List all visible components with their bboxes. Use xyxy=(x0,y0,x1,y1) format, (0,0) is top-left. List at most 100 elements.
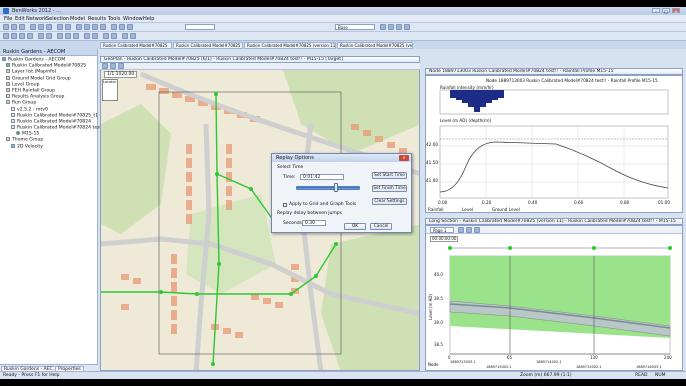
tree-item[interactable]: 2D Velocity xyxy=(2,143,97,150)
apply-checkbox-label: Apply to Grid and Graph Tools xyxy=(289,202,357,207)
menu-file[interactable]: File xyxy=(4,16,12,22)
menu-window[interactable]: Window xyxy=(123,16,143,22)
graph-y-tick: 41.00 xyxy=(426,178,438,183)
profile-icon[interactable] xyxy=(127,24,133,30)
table-icon[interactable] xyxy=(119,24,125,30)
map-locator[interactable]: Locator xyxy=(102,79,118,101)
long-section-window: Page 1 00:00:00:00 Level (m AD) 40.0 39.… xyxy=(425,225,683,371)
dialog-close-button[interactable]: ✕ xyxy=(399,155,409,161)
menu-tools[interactable]: Tools xyxy=(108,16,120,22)
copy-icon[interactable] xyxy=(38,24,44,30)
status-text: Ready - Press F1 for Help xyxy=(3,373,60,378)
pan-icon[interactable] xyxy=(100,24,106,30)
subcatchment-icon[interactable] xyxy=(19,33,25,39)
tab-long-section[interactable]: Ruskin Calibrated Model#70825 (version 1… xyxy=(337,42,413,49)
menu-selection[interactable]: Selection xyxy=(46,16,69,22)
legend-level: Level xyxy=(462,207,474,212)
open-icon[interactable] xyxy=(11,24,17,30)
play-icon[interactable] xyxy=(57,33,63,39)
link-icon[interactable] xyxy=(11,33,17,39)
step-forward-icon[interactable] xyxy=(92,33,98,39)
polygon-icon[interactable] xyxy=(27,33,33,39)
map-zoom-icon[interactable] xyxy=(110,63,116,69)
folder-icon xyxy=(6,87,10,92)
time-input[interactable]: 0:01:42 xyxy=(300,174,344,180)
map-select-icon[interactable] xyxy=(102,63,108,69)
properties-icon[interactable] xyxy=(122,33,128,39)
replay-delay-label: Replay delay between jumps xyxy=(277,211,342,216)
section-x-label: 130 xyxy=(590,355,598,360)
zoom-in-icon[interactable] xyxy=(84,24,90,30)
redo-icon[interactable] xyxy=(65,24,71,30)
time-slider-track[interactable] xyxy=(296,186,360,190)
tab-total-storage[interactable]: Ruskin Calibrated Model#70825 (version 1… xyxy=(244,42,336,49)
tree-item-label: Layer list (Mapinfo) xyxy=(12,69,57,75)
tree-item-label: Ruskin Calibrated Model#70824 xyxy=(17,119,92,125)
new-icon[interactable] xyxy=(3,24,9,30)
clear-settings-button[interactable]: Clear Settings xyxy=(372,198,407,205)
legend-rainfall: Rainfall xyxy=(428,207,444,212)
run-icon xyxy=(11,112,15,117)
minimize-button[interactable]: – xyxy=(652,8,660,14)
apply-checkbox[interactable] xyxy=(283,203,287,207)
section-y-tick: 38.5 xyxy=(434,342,443,347)
seconds-label: Seconds: xyxy=(283,221,304,226)
maximize-button[interactable]: □ xyxy=(662,8,670,14)
tree-item-label: M15-15 xyxy=(22,131,40,137)
cancel-button[interactable]: Cancel xyxy=(370,223,392,230)
section-x-label: 240 xyxy=(664,355,672,360)
scenario-combo[interactable]: Base xyxy=(335,24,375,30)
tab-network[interactable]: Ruskin Calibrated Model#70825 xyxy=(100,42,172,49)
set-start-time-button[interactable]: Set Start Time xyxy=(372,172,407,179)
label-icon[interactable] xyxy=(46,33,52,39)
menu-help[interactable]: Help xyxy=(143,16,154,22)
tree-item-label: v2.5.2 - mtv0 xyxy=(17,107,48,112)
menu-results[interactable]: Results xyxy=(88,16,106,22)
pause-icon[interactable] xyxy=(65,33,71,39)
step-back-icon[interactable] xyxy=(84,33,90,39)
menu-edit[interactable]: Edit xyxy=(15,16,25,22)
time-slider-thumb[interactable] xyxy=(333,183,338,192)
layers-icon[interactable] xyxy=(111,33,117,39)
ok-button[interactable]: OK xyxy=(344,223,366,230)
graph-plot xyxy=(439,89,669,199)
zoom-out-icon[interactable] xyxy=(92,24,98,30)
menu-network[interactable]: Network xyxy=(26,16,47,22)
section-y-tick: 39.5 xyxy=(434,296,443,301)
commit-icon[interactable] xyxy=(404,24,410,30)
validate-icon[interactable] xyxy=(396,24,402,30)
menu-model[interactable]: Model xyxy=(70,16,85,22)
status-zoom: Zoom (m) 667.99 (1:1) xyxy=(520,373,572,378)
folder-icon xyxy=(6,81,10,86)
seconds-value: 0.30 xyxy=(305,221,316,226)
legend-ground-level: Ground Level xyxy=(492,207,520,212)
tab-geoplan[interactable]: Ruskin Calibrated Model#70825 (version 1… xyxy=(173,42,243,49)
run-icon xyxy=(11,106,15,111)
run-icon xyxy=(11,118,15,123)
scenario-icon[interactable] xyxy=(380,24,386,30)
cut-icon[interactable] xyxy=(30,24,36,30)
measure-icon[interactable] xyxy=(38,33,44,39)
graph-icon[interactable] xyxy=(111,24,117,30)
graph-y-tick: 41.50 xyxy=(426,160,438,165)
theme-icon[interactable] xyxy=(103,33,109,39)
find-icon[interactable] xyxy=(130,33,136,39)
select-icon[interactable] xyxy=(76,24,82,30)
map-pan-icon[interactable] xyxy=(118,63,124,69)
close-button[interactable]: ✕ xyxy=(672,8,680,14)
simulation-icon xyxy=(16,131,20,136)
paste-icon[interactable] xyxy=(46,24,52,30)
map-scale-label: 1/1 1020.00 xyxy=(104,71,138,78)
map-window-title: GeoPlan - Ruskin Calibrated Model#70825 … xyxy=(100,56,420,63)
set-finish-time-button[interactable]: Set Finish Time xyxy=(372,185,407,192)
run-icon[interactable] xyxy=(388,24,394,30)
seconds-input[interactable]: 0.30 xyxy=(302,220,326,226)
query-combo[interactable] xyxy=(185,24,215,30)
stop-icon[interactable] xyxy=(73,33,79,39)
node-icon[interactable] xyxy=(3,33,9,39)
app-icon xyxy=(3,8,9,14)
save-icon[interactable] xyxy=(19,24,25,30)
node-id: 1889713003.1 xyxy=(450,360,476,364)
undo-icon[interactable] xyxy=(57,24,63,30)
dialog-title: Replay Options xyxy=(272,154,411,162)
